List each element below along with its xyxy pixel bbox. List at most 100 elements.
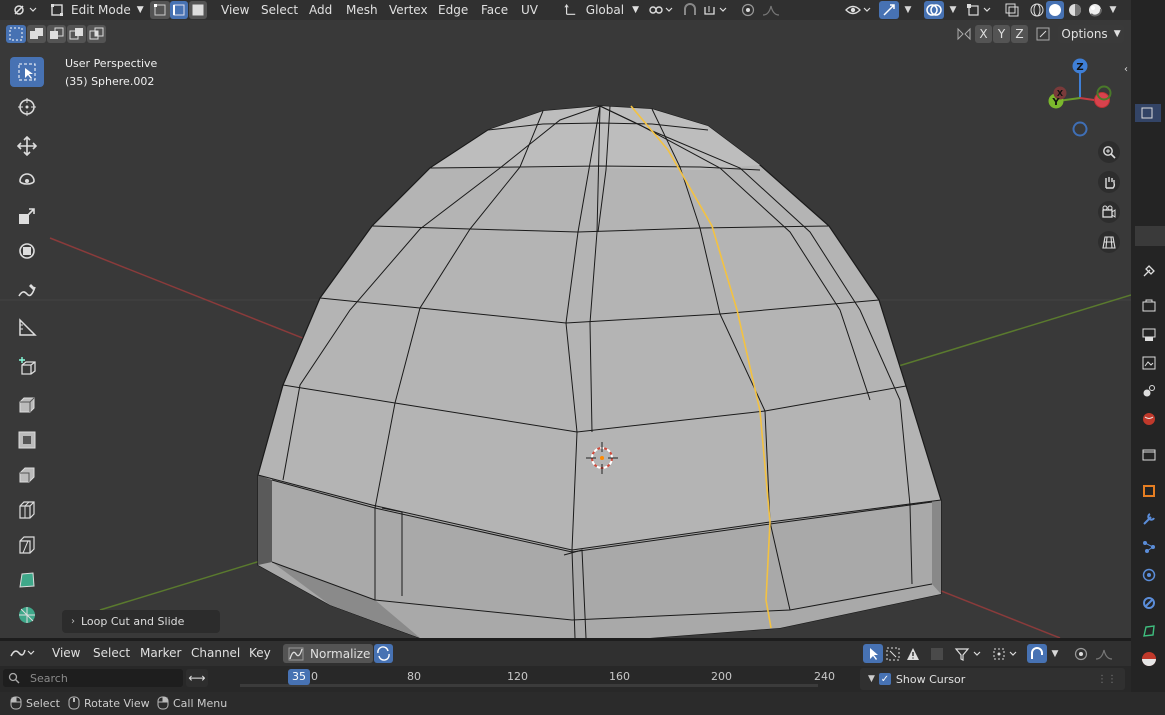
snap-icon[interactable]	[681, 2, 699, 18]
modifier-properties-icon[interactable]	[1140, 510, 1158, 528]
timeline-menu-select[interactable]: Select	[93, 644, 130, 662]
camera-view-button[interactable]	[1098, 201, 1120, 223]
timeline-menu-marker[interactable]: Marker	[140, 644, 181, 662]
tool-poly-build[interactable]	[10, 565, 44, 595]
tool-measure[interactable]	[10, 312, 44, 342]
chevron-down-icon[interactable]: ▼	[901, 2, 915, 18]
scene-properties-icon[interactable]	[1140, 382, 1158, 400]
menu-uv[interactable]: UV	[521, 1, 538, 19]
options-dropdown[interactable]: Options ▼	[1058, 25, 1124, 43]
last-operator-panel[interactable]: › Loop Cut and Slide	[62, 610, 220, 633]
pivot-icon[interactable]	[992, 645, 1022, 662]
zoom-button[interactable]	[1098, 141, 1120, 163]
perspective-toggle-button[interactable]	[1098, 231, 1120, 253]
tool-annotate[interactable]	[10, 276, 44, 306]
outliner-selected-item[interactable]	[1135, 104, 1161, 122]
channel-filter-icon[interactable]	[928, 645, 946, 662]
tool-spin[interactable]	[10, 600, 44, 630]
xray-toggle-icon[interactable]	[1003, 2, 1021, 18]
tool-loop-cut[interactable]	[10, 495, 44, 525]
data-properties-icon[interactable]	[1140, 622, 1158, 640]
axis-z-toggle[interactable]: Z	[1011, 25, 1028, 43]
material-properties-icon[interactable]	[1140, 650, 1158, 668]
sidebar-toggle-icon[interactable]: ‹	[1121, 62, 1131, 76]
tool-cursor[interactable]	[10, 92, 44, 122]
snap-target-icon[interactable]	[701, 2, 731, 18]
wireframe-shading-icon[interactable]	[1028, 2, 1046, 18]
collection-properties-icon[interactable]	[1140, 445, 1158, 463]
physics-properties-icon[interactable]	[1140, 566, 1158, 584]
gizmo-toggle-button[interactable]	[879, 1, 899, 19]
editor-type-icon[interactable]	[10, 2, 40, 18]
show-hidden-icon[interactable]	[884, 645, 902, 662]
menu-view[interactable]: View	[221, 1, 249, 19]
face-select-button[interactable]	[189, 1, 207, 19]
object-properties-icon[interactable]	[1140, 482, 1158, 500]
mode-dropdown[interactable]: Edit Mode ▼	[50, 1, 144, 19]
timeline-menu-key[interactable]: Key	[249, 644, 271, 662]
tool-transform[interactable]	[10, 236, 44, 266]
timeline-editor-type-icon[interactable]	[8, 645, 38, 661]
tool-extrude[interactable]	[10, 390, 44, 420]
fit-channels-button[interactable]: ⟷	[186, 669, 208, 687]
tool-inset[interactable]	[10, 425, 44, 455]
proportional-edit-icon[interactable]	[739, 2, 757, 18]
axis-y-toggle[interactable]: Y	[993, 25, 1010, 43]
current-frame-indicator[interactable]: 35	[288, 669, 310, 685]
menu-add[interactable]: Add	[309, 1, 332, 19]
proportional-edit-icon[interactable]	[1072, 645, 1090, 662]
tool-bevel[interactable]	[10, 460, 44, 490]
timeline-menu-view[interactable]: View	[52, 644, 80, 662]
axis-x-toggle[interactable]: X	[975, 25, 992, 43]
tool-rotate[interactable]	[10, 166, 44, 196]
tool-knife[interactable]	[10, 530, 44, 560]
falloff-icon[interactable]	[1093, 645, 1121, 662]
pivot-point-icon[interactable]	[646, 2, 676, 18]
normalize-toggle[interactable]: Normalize	[283, 644, 373, 663]
chevron-down-icon[interactable]: ▼	[1048, 645, 1062, 662]
view-layer-properties-icon[interactable]	[1140, 354, 1158, 372]
tool-scale[interactable]	[10, 201, 44, 231]
menu-edge[interactable]: Edge	[438, 1, 468, 19]
tool-select-box[interactable]	[10, 57, 44, 87]
render-properties-icon[interactable]	[1140, 297, 1158, 315]
solid-shading-button[interactable]	[1046, 1, 1064, 19]
drag-handle-icon[interactable]: ⋮⋮	[1097, 674, 1117, 685]
auto-merge-icon[interactable]	[1033, 25, 1053, 43]
tool-properties-icon[interactable]	[1140, 262, 1158, 280]
material-preview-icon[interactable]	[1066, 2, 1084, 18]
mirror-icon[interactable]	[954, 25, 974, 43]
overlays-toggle-button[interactable]	[924, 1, 944, 19]
particles-properties-icon[interactable]	[1140, 538, 1158, 556]
warning-icon[interactable]	[904, 645, 922, 662]
navigation-gizmo[interactable]: Z Y X	[1040, 55, 1120, 140]
vertex-select-button[interactable]	[150, 1, 170, 19]
timeline-scrollbar[interactable]	[240, 684, 818, 687]
edge-select-button[interactable]	[170, 1, 188, 19]
tool-move[interactable]	[10, 131, 44, 161]
timeline-snap-button[interactable]	[1027, 644, 1047, 663]
only-selected-button[interactable]	[863, 644, 883, 663]
filter-icon[interactable]	[953, 645, 985, 662]
menu-face[interactable]: Face	[481, 1, 508, 19]
output-properties-icon[interactable]	[1140, 326, 1158, 344]
chevron-down-icon[interactable]: ▼	[946, 2, 960, 18]
constraints-properties-icon[interactable]	[1140, 594, 1158, 612]
show-cursor-checkbox[interactable]: ✓	[878, 673, 891, 685]
tool-add-cube[interactable]	[10, 351, 44, 381]
mesh-edit-overlay-icon[interactable]	[965, 2, 995, 18]
select-subtract-button[interactable]	[47, 25, 66, 43]
auto-normalize-button[interactable]	[374, 644, 393, 663]
chevron-down-icon[interactable]: ▼	[1106, 2, 1120, 18]
select-extend-button[interactable]	[27, 25, 46, 43]
select-new-button[interactable]	[6, 25, 26, 43]
transform-orientation-dropdown[interactable]: Global ▼	[564, 1, 639, 19]
world-properties-icon[interactable]	[1140, 410, 1158, 428]
visibility-icon[interactable]	[843, 2, 873, 18]
pan-button[interactable]	[1098, 171, 1120, 193]
falloff-icon[interactable]	[760, 2, 788, 18]
show-cursor-panel[interactable]: ▼ ✓ Show Cursor ⋮⋮	[860, 668, 1125, 690]
timeline-menu-channel[interactable]: Channel	[191, 644, 240, 662]
select-intersect-button[interactable]	[87, 25, 106, 43]
channel-search-field[interactable]: Search	[3, 669, 183, 687]
